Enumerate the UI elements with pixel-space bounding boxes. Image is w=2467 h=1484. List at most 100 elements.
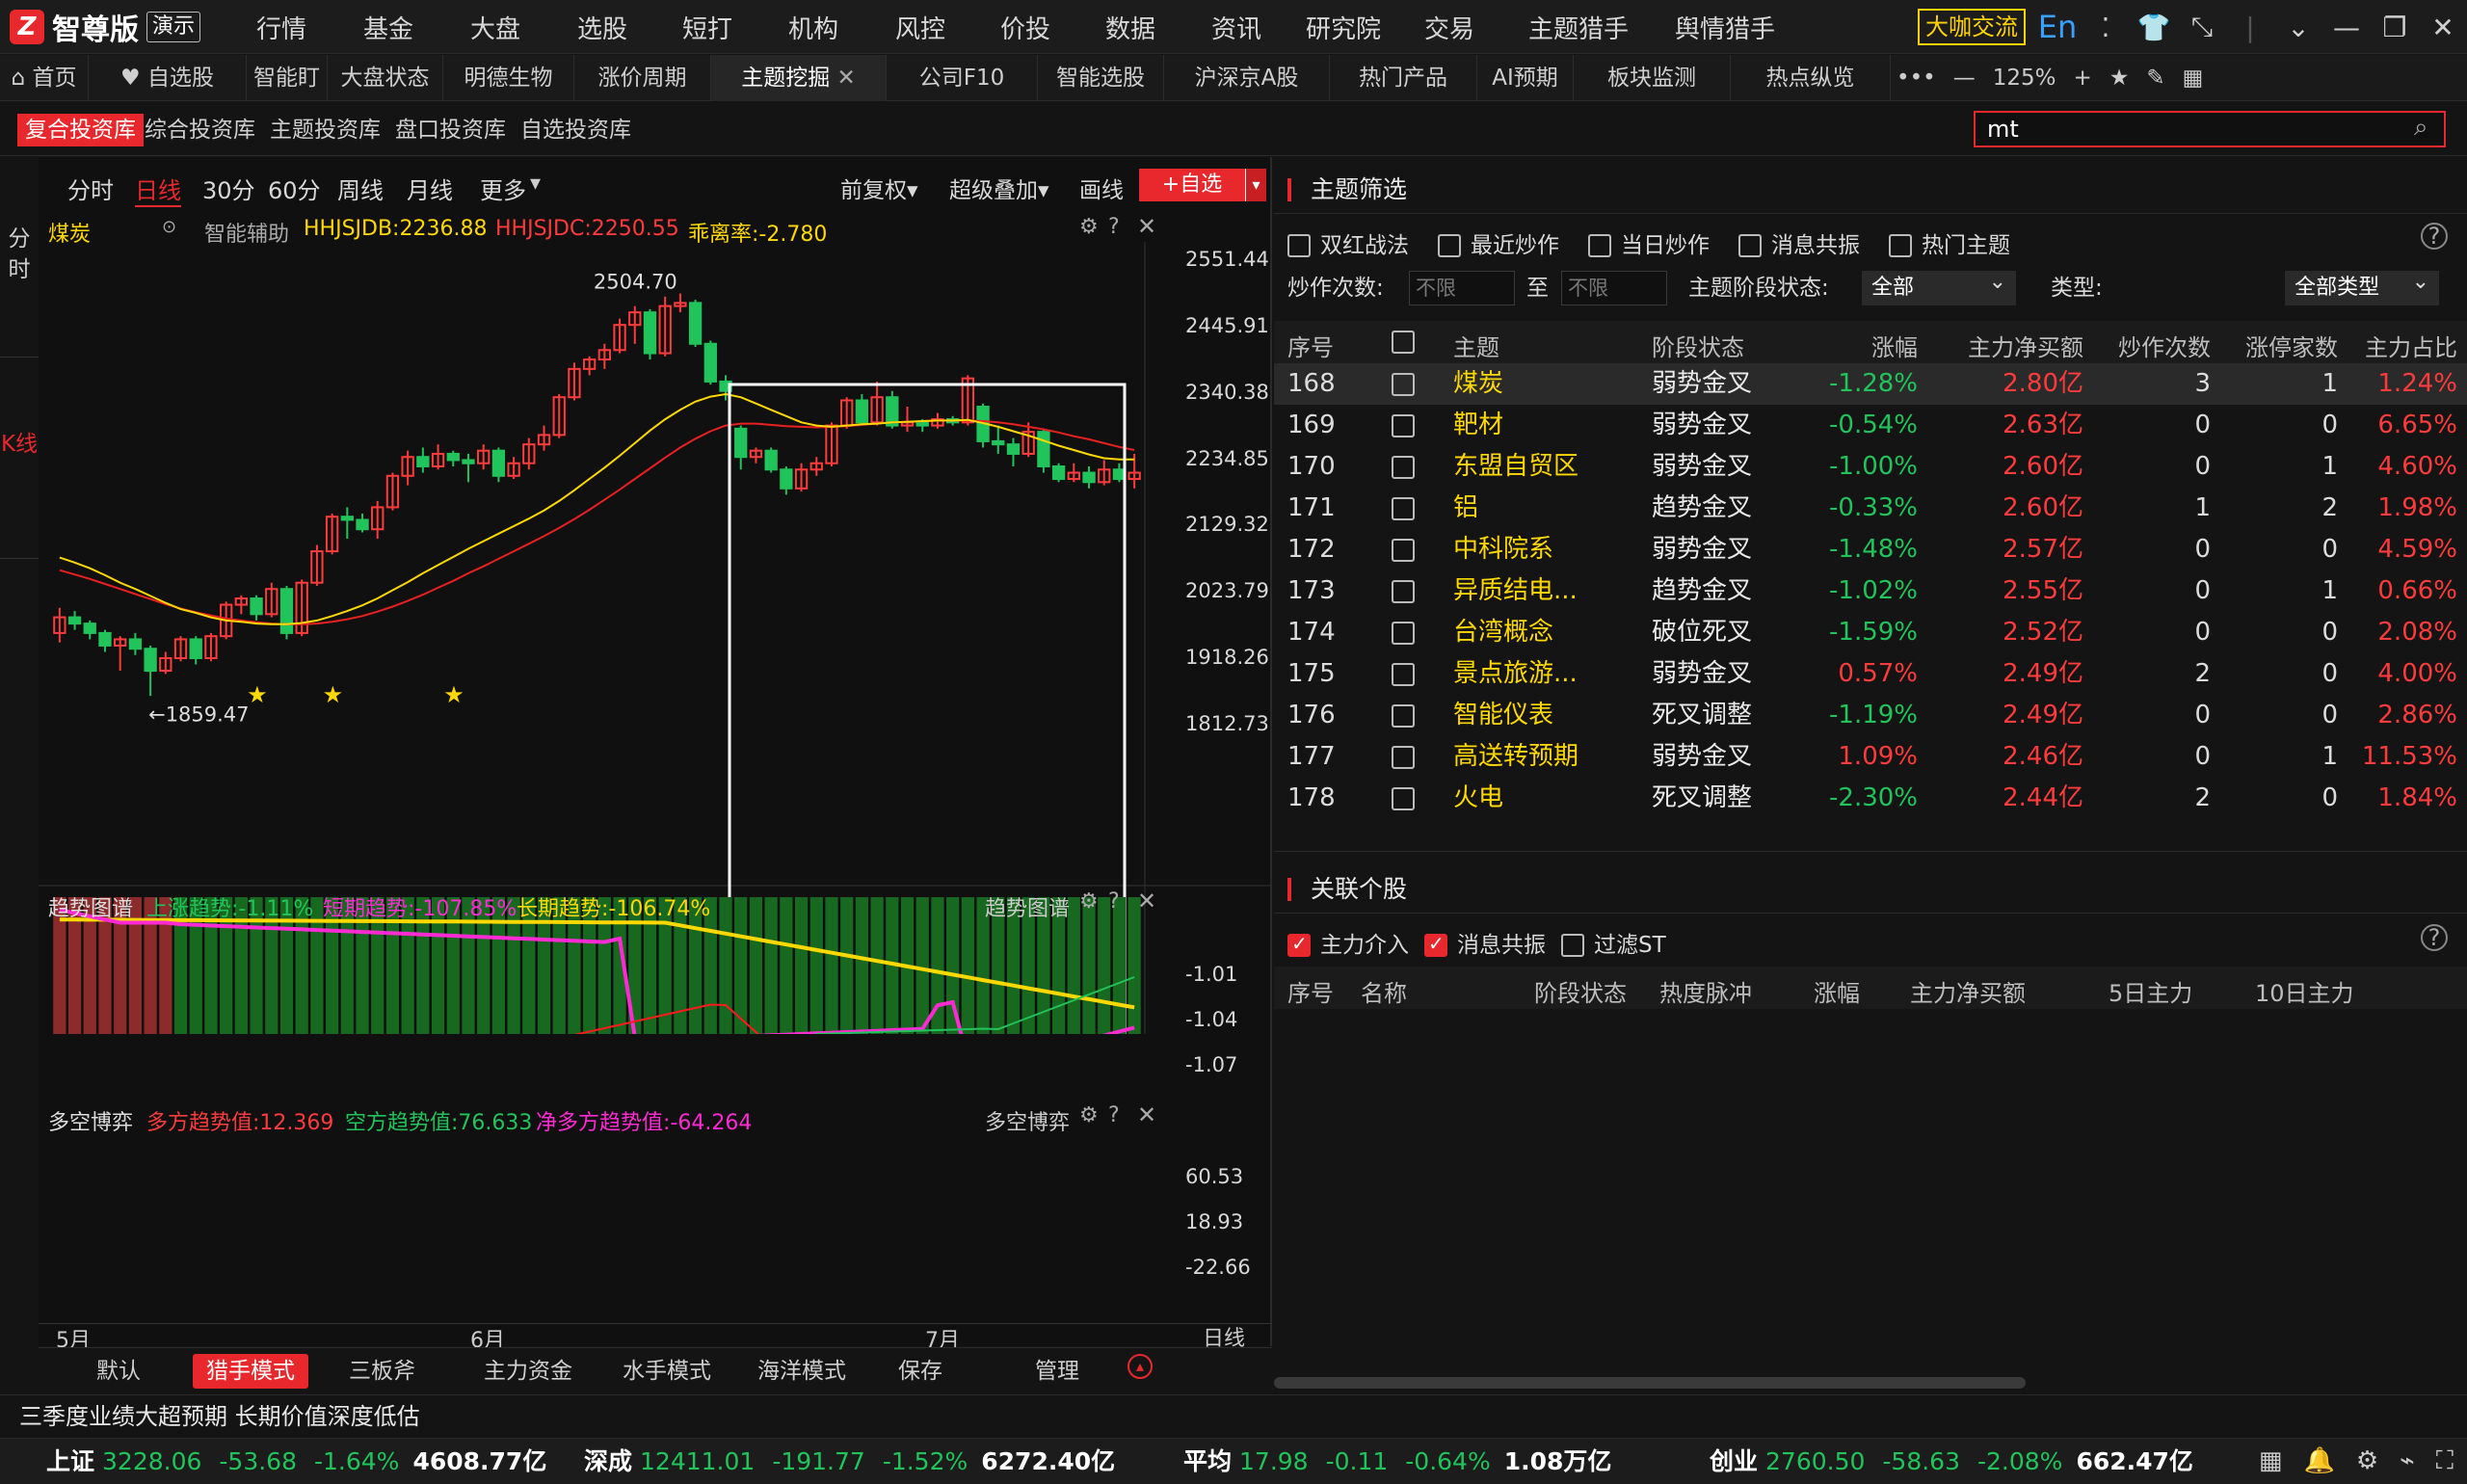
cell-name[interactable]: 台湾概念 [1453,612,1636,653]
stage-select[interactable]: 全部 [1862,265,2016,305]
table-row[interactable]: 176 智能仪表 死叉调整 -1.19% 2.49亿 0 0 2.86% [1274,695,2467,736]
tab[interactable]: 智能选股 [1038,55,1164,101]
pen-icon[interactable]: ✎ [2146,55,2164,101]
table-row[interactable]: 168 煤炭 弱势金叉 -1.28% 2.80亿 3 1 1.24% [1274,363,2467,405]
column-header[interactable]: 涨幅 [1775,329,1918,362]
select-all-checkbox[interactable] [1392,331,1415,354]
bell-icon[interactable]: 🔔 [2303,1446,2334,1476]
column-header[interactable]: 主力净买额 [1910,974,2026,1008]
row-checkbox[interactable] [1392,539,1415,562]
related-help-icon[interactable]: ? [2421,924,2448,951]
column-header[interactable]: 涨停家数 [2211,329,2338,362]
hype-from-input[interactable]: 不限 [1409,271,1515,305]
tab[interactable]: AI预期 [1477,55,1574,101]
tab[interactable]: 智能盯盘 [247,55,328,137]
restore-icon[interactable]: ❐ [2371,12,2419,43]
nav-item[interactable]: 研究院 [1289,10,1397,45]
trend-help-icon[interactable]: ? [1108,889,1120,914]
table-row[interactable]: 173 异质结电... 趋势金叉 -1.02% 2.55亿 0 1 0.66% [1274,570,2467,612]
cell-name[interactable]: 火电 [1453,778,1636,819]
news-ticker[interactable]: 三季度业绩大超预期 长期价值深度低估 [0,1394,2467,1437]
row-checkbox[interactable] [1392,746,1415,769]
cell-name[interactable]: 智能仪表 [1453,695,1636,736]
column-header[interactable]: 5日主力 [2109,974,2192,1008]
sub-nav-item[interactable]: 盘口投资库 [387,114,514,146]
longshort-settings-icon[interactable]: ⚙ [1079,1103,1099,1127]
adjust-dropdown[interactable]: 前复权▾ [840,172,918,204]
table-row[interactable]: 177 高送转预期 弱势金叉 1.09% 2.46亿 0 1 11.53% [1274,736,2467,778]
row-checkbox[interactable] [1392,373,1415,396]
cell-name[interactable]: 东盟自贸区 [1453,446,1636,488]
calendar-icon[interactable]: ▦ [2259,1446,2283,1476]
period-tab[interactable]: 60分 [268,172,321,205]
mode-button[interactable]: 三板斧 [335,1354,429,1389]
grid-icon[interactable]: ▦ [2183,55,2204,101]
gear-icon[interactable]: ⚙ [2356,1446,2378,1476]
shrink-icon[interactable]: ⤡ [2178,11,2226,43]
column-header[interactable]: 主题 [1453,329,1636,362]
trend-close-icon[interactable]: ✕ [1137,888,1156,914]
trend-settings-icon[interactable]: ⚙ [1079,889,1099,914]
nav-item[interactable]: 风控 [867,10,973,45]
help-icon[interactable]: ? [1108,215,1120,239]
tab[interactable]: ♥ 自选股 [89,55,247,101]
close-panel-icon[interactable]: ✕ [1137,213,1156,240]
hype-to-input[interactable]: 不限 [1561,271,1667,305]
column-header[interactable]: 10日主力 [2255,974,2354,1008]
period-tab[interactable]: 月线 [407,172,453,205]
tab[interactable]: 明德生物 [443,55,574,101]
tab[interactable]: 大盘状态 [328,55,443,101]
filter-checkbox[interactable]: 双红战法 [1287,233,1409,258]
chart-icon[interactable]: ⌁ [2400,1446,2415,1476]
filter-checkbox[interactable]: 热门主题 [1889,233,2010,258]
column-header[interactable]: 主力占比 [2338,329,2457,362]
zoom-out-icon[interactable]: — [1953,55,1976,101]
cell-name[interactable]: 靶材 [1453,405,1636,446]
longshort-help-icon[interactable]: ? [1108,1103,1120,1127]
nav-item[interactable]: 大盘 [441,10,549,45]
period-tab[interactable]: 分时 [67,172,114,205]
mode-button[interactable]: 主力资金 [470,1354,586,1389]
nav-item[interactable]: 主题猎手 [1501,10,1656,45]
cell-name[interactable]: 景点旅游... [1453,653,1636,695]
row-checkbox[interactable] [1392,663,1415,686]
index-quote[interactable]: 平均 17.98 -0.11 -0.64% 1.08万亿 [1183,1439,1611,1484]
sub-nav-item[interactable]: 复合投资库 [17,114,144,146]
language-icon[interactable]: En [2033,9,2082,45]
half-width-icon[interactable]: ⁚ [2082,12,2130,43]
table-row[interactable]: 169 靶材 弱势金叉 -0.54% 2.63亿 0 0 6.65% [1274,405,2467,446]
tab[interactable]: ⌂ 首页 [0,55,89,101]
filter-checkbox[interactable]: 消息共振 [1738,233,1860,258]
nav-item[interactable]: 基金 [335,10,441,45]
tab-close-icon[interactable]: ✕ [830,66,856,91]
related-checkbox[interactable]: 过滤ST [1561,933,1666,958]
index-quote[interactable]: 创业 2760.50 -58.63 -2.08% 662.47亿 [1710,1439,2193,1484]
row-checkbox[interactable] [1392,787,1415,810]
search-input[interactable]: mt [1974,111,2446,147]
table-row[interactable]: 171 铝趋势金叉 -0.33% 2.60亿 1 2 1.98% [1274,488,2467,529]
filter-help-icon[interactable]: ? [2421,223,2448,250]
settings-icon[interactable]: ⚙ [1079,215,1099,239]
nav-item[interactable]: 机构 [759,10,867,45]
longshort-close-icon[interactable]: ✕ [1137,1101,1156,1128]
index-quote[interactable]: 上证 3228.06 -53.68 -1.64% 4608.77亿 [46,1439,546,1484]
nav-item[interactable]: 价投 [973,10,1077,45]
table-row[interactable]: 170 东盟自贸区 弱势金叉 -1.00% 2.60亿 0 1 4.60% [1274,446,2467,488]
column-header[interactable]: 阶段状态 [1652,329,1767,362]
row-checkbox[interactable] [1392,704,1415,728]
nav-item[interactable]: 行情 [227,10,335,45]
column-header[interactable]: 涨幅 [1814,974,1860,1008]
filter-checkbox[interactable]: 当日炒作 [1588,233,1710,258]
column-header[interactable]: 阶段状态 [1534,974,1627,1008]
nav-item[interactable]: 短打 [655,10,759,45]
column-header[interactable]: 热度脉冲 [1659,974,1752,1008]
period-tab[interactable]: 周线 [337,172,384,205]
expert-chat-button[interactable]: 大咖交流 [1918,9,2026,45]
row-checkbox[interactable] [1392,622,1415,645]
tab[interactable]: 主题挖掘 ✕ [711,55,887,101]
row-checkbox[interactable] [1392,414,1415,437]
column-header[interactable]: 名称 [1361,974,1407,1008]
period-tab[interactable]: 更多 [480,172,526,205]
tab[interactable]: 公司F10 [887,55,1038,101]
mode-button[interactable]: 保存 [885,1354,956,1389]
